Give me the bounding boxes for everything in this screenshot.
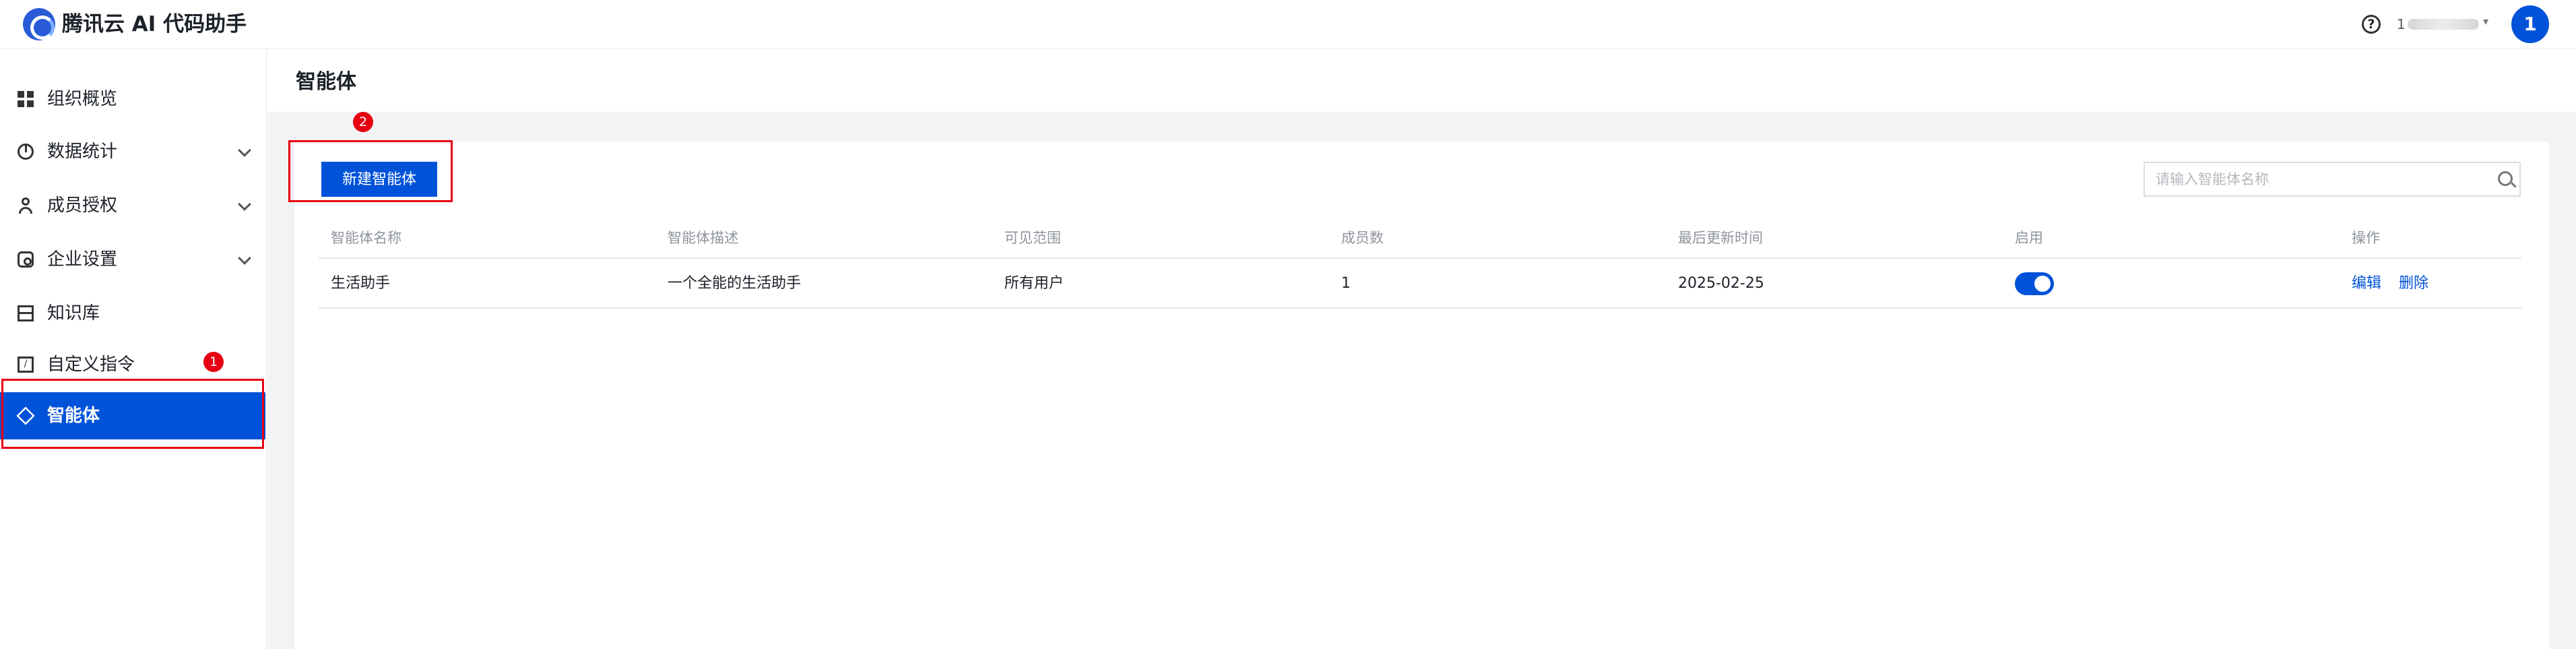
enable-toggle[interactable]	[2015, 272, 2054, 295]
book-icon	[18, 305, 34, 321]
column-header-actions: 操作	[2352, 230, 2380, 246]
table-row: 生活助手 一个全能的生活助手 所有用户 1 2025-02-25 编辑 删除	[319, 259, 2521, 309]
sidebar-item-label: 成员授权	[47, 195, 118, 216]
page-title: 智能体	[296, 70, 356, 94]
gear-icon	[18, 251, 34, 268]
account-id: 1	[2397, 16, 2406, 32]
sidebar-item-org-overview[interactable]: 组织概览	[0, 75, 267, 123]
column-header-enabled: 启用	[2015, 230, 2043, 246]
column-header-members: 成员数	[1341, 230, 1384, 246]
annotation-box-sidebar	[1, 379, 264, 449]
top-bar: 腾讯云 AI 代码助手 ? 1 ▾ 1	[0, 0, 2576, 49]
chevron-down-icon: ▾	[2483, 15, 2489, 28]
agents-table: 智能体名称 智能体描述 可见范围 成员数 最后更新时间 启用 操作 生活助手 一…	[319, 216, 2521, 309]
agent-visibility: 所有用户	[1004, 275, 1064, 292]
chevron-down-icon	[238, 197, 251, 211]
sidebar-item-label: 组织概览	[47, 89, 118, 109]
toggle-knob	[2034, 276, 2051, 292]
search-input[interactable]	[2156, 168, 2479, 190]
avatar[interactable]: 1	[2511, 5, 2549, 43]
account-name-redacted	[2408, 19, 2479, 30]
sidebar-item-member-auth[interactable]: 成员授权	[0, 182, 267, 229]
delete-link[interactable]: 删除	[2399, 274, 2428, 294]
edit-link[interactable]: 编辑	[2352, 274, 2381, 294]
pie-chart-icon	[18, 144, 34, 160]
grid-icon	[18, 91, 34, 107]
agent-description: 一个全能的生活助手	[668, 275, 802, 292]
account-menu[interactable]: 1 ▾	[2397, 12, 2497, 35]
agent-member-count: 1	[1341, 275, 1351, 292]
sidebar-item-knowledge-base[interactable]: 知识库	[0, 290, 267, 337]
column-header-updated: 最后更新时间	[1678, 230, 1763, 246]
column-header-name: 智能体名称	[331, 230, 401, 246]
main-content: 智能体 新建智能体 智能体名称 智能体描述 可见范围 成员数 最后更新时间 启用…	[267, 50, 2576, 649]
sidebar-item-label: 自定义指令	[47, 354, 135, 375]
sidebar-item-label: 数据统计	[47, 142, 118, 162]
command-icon: /	[18, 357, 34, 373]
column-header-description: 智能体描述	[668, 230, 738, 246]
search-icon[interactable]	[2498, 171, 2513, 186]
agent-updated-time: 2025-02-25	[1678, 275, 1764, 292]
agent-search[interactable]	[2144, 162, 2521, 197]
sidebar-item-data-stats[interactable]: 数据统计	[0, 128, 267, 175]
annotation-badge-1: 1	[203, 352, 224, 372]
annotation-badge-2: 2	[353, 112, 373, 132]
page-header: 智能体	[267, 50, 2576, 112]
user-icon	[18, 197, 34, 214]
sidebar: 组织概览 数据统计 成员授权 企业设置 知识库 / 自定义指令 智能体	[0, 50, 267, 649]
table-header: 智能体名称 智能体描述 可见范围 成员数 最后更新时间 启用 操作	[319, 216, 2521, 259]
sidebar-item-label: 知识库	[47, 303, 100, 323]
logo-icon[interactable]	[23, 8, 55, 40]
sidebar-item-enterprise-settings[interactable]: 企业设置	[0, 236, 267, 283]
agents-card: 新建智能体 智能体名称 智能体描述 可见范围 成员数 最后更新时间 启用 操作 …	[294, 142, 2549, 649]
sidebar-item-label: 企业设置	[47, 249, 118, 270]
column-header-visibility: 可见范围	[1004, 230, 1061, 246]
help-icon[interactable]: ?	[2362, 15, 2381, 34]
brand-name: 腾讯云 AI 代码助手	[62, 12, 247, 36]
chevron-down-icon	[238, 251, 251, 265]
agent-name: 生活助手	[331, 275, 391, 292]
annotation-box-new-button	[288, 140, 453, 202]
chevron-down-icon	[238, 144, 251, 157]
